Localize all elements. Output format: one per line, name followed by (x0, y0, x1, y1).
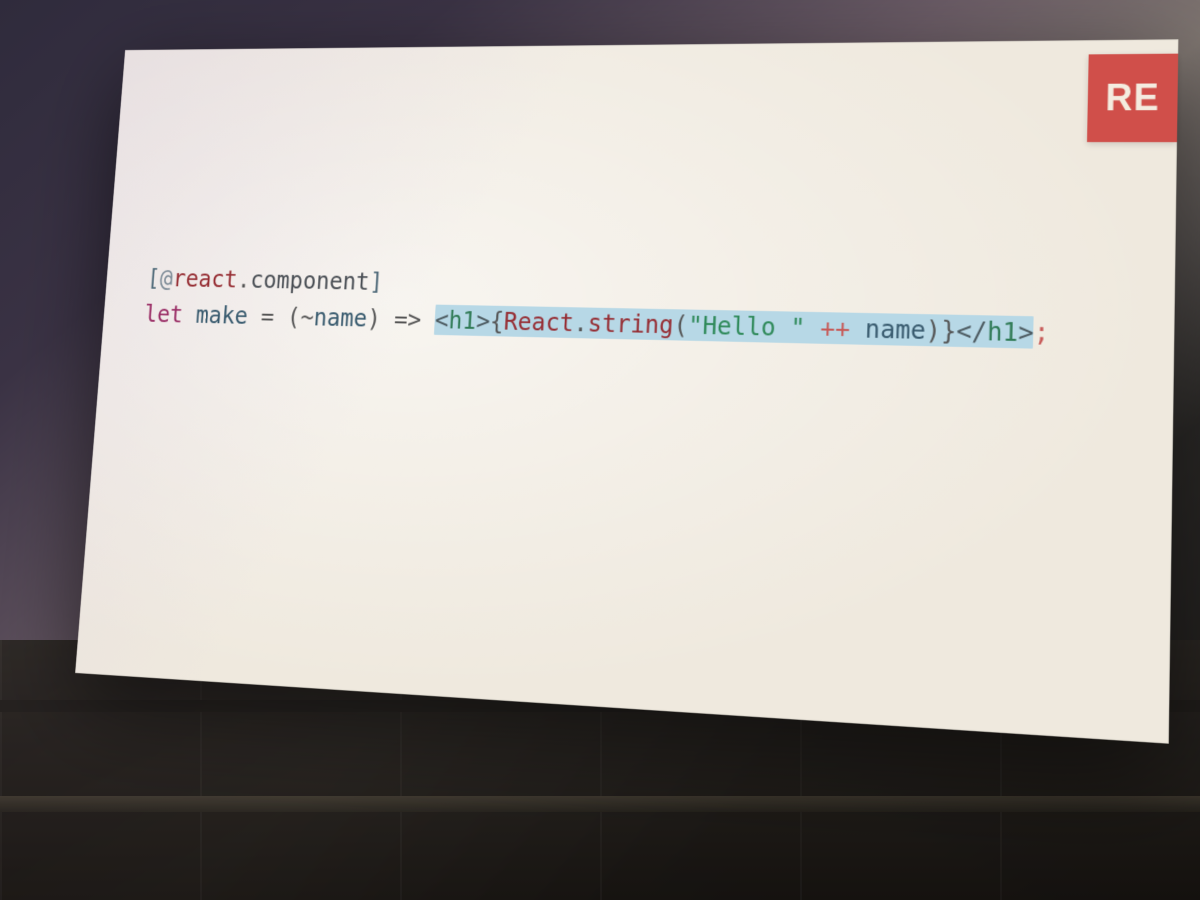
close-bracket: ] (369, 268, 384, 296)
string-literal: "Hello " (687, 310, 805, 342)
jsx-open-tag: h1 (448, 305, 477, 334)
presentation-slide: RE [@react.component] let make = (~name)… (75, 39, 1178, 743)
arrow: => (380, 304, 436, 333)
react-dot: . (573, 308, 589, 337)
arg-name: name (865, 313, 927, 344)
jsx-close-gt: > (1018, 316, 1034, 347)
react-fn: string (587, 308, 674, 339)
semicolon: ; (1033, 317, 1049, 348)
call-lparen: ( (673, 310, 689, 339)
ident-make: make (195, 300, 249, 329)
jsx-close-lt: </ (956, 315, 988, 346)
call-rparen: ) (925, 315, 941, 345)
keyword-let: let (144, 299, 185, 327)
param-name: name (313, 303, 368, 332)
code-block: [@react.component] let make = (~name) =>… (143, 260, 1051, 352)
concat-op: ++ (805, 312, 866, 343)
decorator-namespace: react (172, 265, 239, 294)
jsx-close-tag: h1 (987, 316, 1019, 347)
projection-wrap: RE [@react.component] let make = (~name)… (0, 0, 1200, 900)
logo-text: RE (1105, 76, 1160, 119)
equals: = (247, 301, 288, 330)
decorator-member: component (249, 266, 370, 296)
reasonml-logo: RE (1087, 54, 1178, 143)
rbrace: } (941, 315, 957, 345)
highlighted-jsx: <h1>{React.string("Hello " ++ name)}</h1… (434, 304, 1034, 348)
react-namespace: React (503, 306, 574, 336)
